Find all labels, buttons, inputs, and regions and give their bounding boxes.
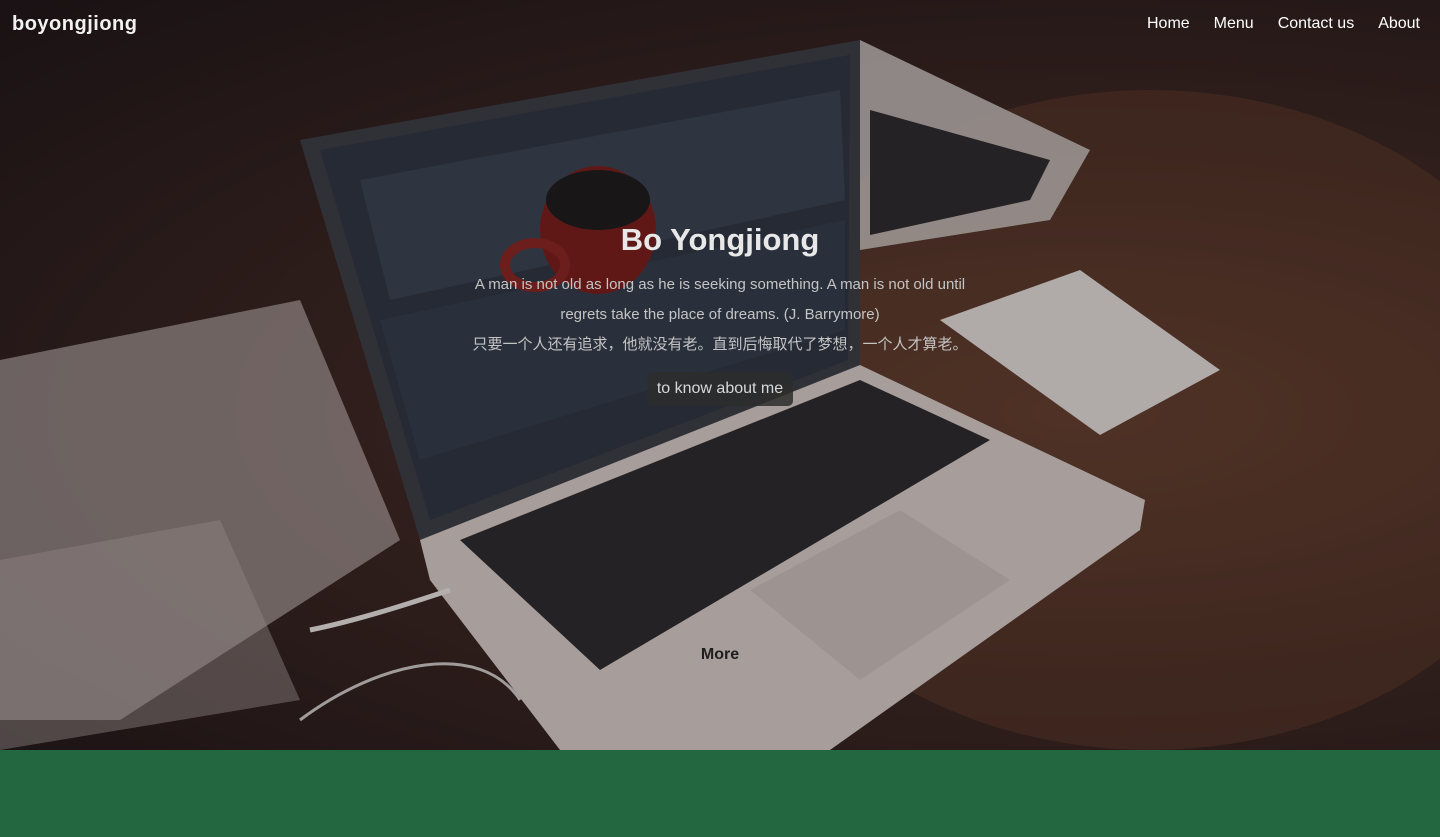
hero-title: Bo Yongjiong — [620, 222, 820, 257]
top-navigation: boyongjiong Home Menu Contact us About — [0, 0, 1440, 50]
hero-content: Bo Yongjiong A man is not old as long as… — [440, 222, 1000, 406]
hero-quote-chinese: 只要一个人还有追求，他就没有老。直到后悔取代了梦想，一个人才算老。 — [472, 336, 968, 353]
nav-link-menu[interactable]: Menu — [1214, 15, 1254, 33]
brand-logo[interactable]: boyongjiong — [12, 13, 137, 36]
nav-link-about[interactable]: About — [1378, 15, 1420, 33]
know-about-me-button[interactable]: to know about me — [646, 372, 794, 406]
more-button[interactable]: More — [680, 646, 760, 664]
nav-link-home[interactable]: Home — [1147, 15, 1190, 33]
nav-links: Home Menu Contact us About — [1147, 15, 1420, 33]
hero-section: boyongjiong Home Menu Contact us About B… — [0, 0, 1440, 750]
hero-quote-english: A man is not old as long as he is seekin… — [474, 276, 966, 323]
content-section-band — [0, 750, 1440, 837]
nav-link-contact-us[interactable]: Contact us — [1278, 15, 1354, 33]
